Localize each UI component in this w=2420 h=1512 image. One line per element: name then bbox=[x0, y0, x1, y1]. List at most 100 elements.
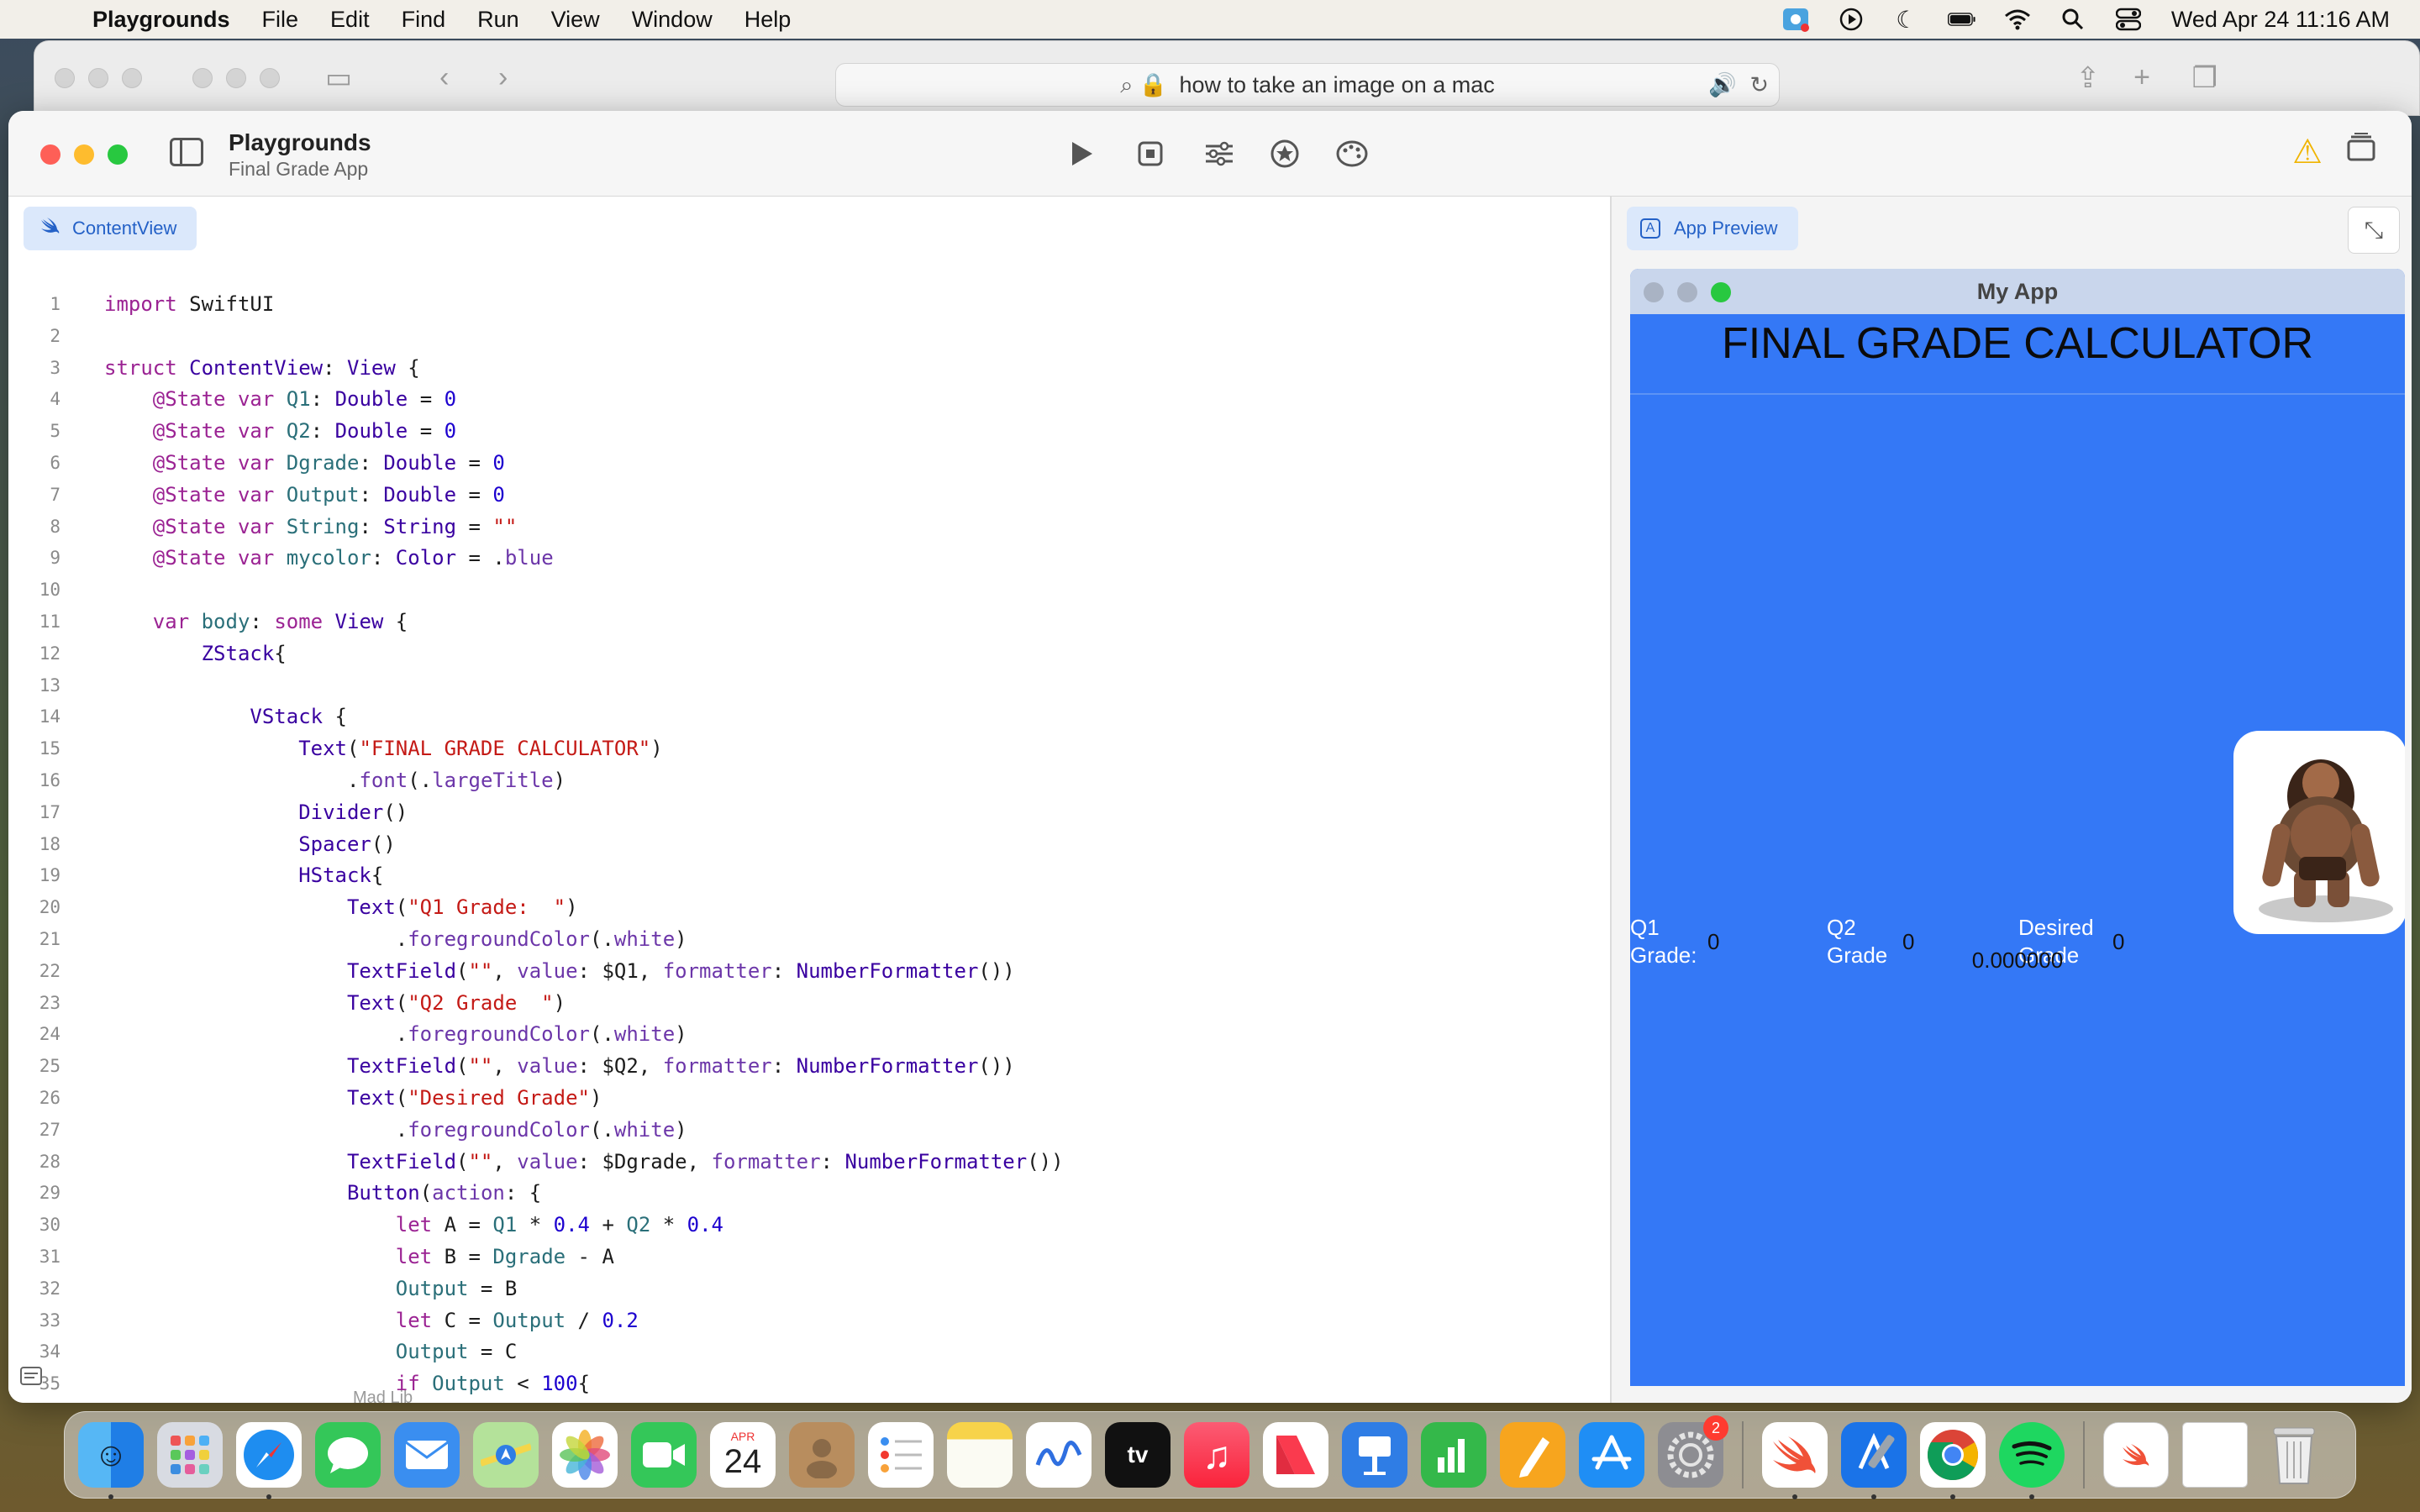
notes-icon[interactable] bbox=[947, 1422, 1013, 1488]
apple-tv-icon[interactable]: tv bbox=[1105, 1422, 1171, 1488]
launchpad-icon[interactable] bbox=[157, 1422, 223, 1488]
expand-preview-icon[interactable]: ⤡ bbox=[2348, 207, 2400, 254]
app-store-icon[interactable] bbox=[1579, 1422, 1644, 1488]
freeform-icon[interactable] bbox=[1026, 1422, 1092, 1488]
code-text: Text("Q1 Grade: ") bbox=[104, 895, 578, 920]
safari-compass-icon[interactable] bbox=[236, 1422, 302, 1499]
pages-icon[interactable] bbox=[1500, 1422, 1565, 1488]
news-icon[interactable] bbox=[1263, 1422, 1328, 1488]
file-tab-contentview[interactable]: ContentView bbox=[24, 207, 197, 250]
focus-moon-icon[interactable]: ☾ bbox=[1892, 7, 1921, 33]
app-preview-window: My App FINAL GRADE CALCULATOR Q1 Grade: … bbox=[1630, 269, 2405, 1386]
safari-max-dot[interactable] bbox=[122, 68, 142, 88]
mail-icon[interactable] bbox=[394, 1422, 460, 1488]
calculator-title: FINAL GRADE CALCULATOR bbox=[1721, 319, 2314, 368]
screen-recorder-icon[interactable] bbox=[1781, 7, 1810, 32]
swift-playgrounds-icon[interactable] bbox=[1762, 1422, 1828, 1499]
window-close-button[interactable] bbox=[40, 144, 60, 165]
console-icon[interactable] bbox=[20, 1365, 42, 1391]
calendar-icon[interactable]: APR 24 bbox=[710, 1422, 776, 1488]
finder-icon[interactable]: ☺ bbox=[78, 1422, 144, 1499]
code-line: 1 import SwiftUI bbox=[8, 289, 1610, 321]
result-output: 0.000000 bbox=[1971, 948, 2064, 973]
menu-run[interactable]: Run bbox=[477, 7, 519, 33]
menu-window[interactable]: Window bbox=[632, 7, 713, 33]
chrome-icon[interactable] bbox=[1920, 1422, 1986, 1499]
share-icon[interactable]: ⇪ bbox=[2076, 61, 2101, 95]
safari-tab-close-dot[interactable] bbox=[192, 68, 213, 88]
line-number: 4 bbox=[50, 389, 60, 410]
downloads-folder-icon[interactable] bbox=[2182, 1422, 2248, 1488]
safari-address-bar[interactable]: ⌕ 🔒 how to take an image on a mac 🔊 ↻ bbox=[835, 63, 1780, 107]
safari-close-dot[interactable] bbox=[55, 68, 75, 88]
code-editor[interactable]: ContentView 1 import SwiftUI 2 3 struct Co… bbox=[8, 197, 1610, 1403]
speaker-icon[interactable]: 🔊 bbox=[1708, 71, 1737, 98]
menu-edit[interactable]: Edit bbox=[330, 7, 370, 33]
music-icon[interactable]: ♫ bbox=[1184, 1422, 1249, 1488]
safari-tab-max-dot[interactable] bbox=[260, 68, 280, 88]
photos-icon[interactable] bbox=[552, 1422, 618, 1488]
swiftpm-document-icon[interactable] bbox=[2103, 1422, 2169, 1488]
code-line: 12 ZStack{ bbox=[8, 638, 1610, 670]
play-circle-icon[interactable] bbox=[1837, 7, 1865, 32]
code-line: 11 var body: some View { bbox=[8, 606, 1610, 638]
sliders-settings-icon[interactable] bbox=[1198, 133, 1240, 175]
maps-icon[interactable] bbox=[473, 1422, 539, 1488]
window-zoom-button[interactable] bbox=[108, 144, 128, 165]
safari-min-dot[interactable] bbox=[88, 68, 108, 88]
code-line: 17 Divider() bbox=[8, 797, 1610, 829]
menu-help[interactable]: Help bbox=[744, 7, 792, 33]
library-stack-icon[interactable] bbox=[2346, 133, 2376, 170]
code-text: @State var Output: Double = 0 bbox=[104, 482, 505, 507]
sidebar-toggle-icon[interactable] bbox=[170, 138, 203, 166]
code-line: 2 bbox=[8, 321, 1610, 353]
spotlight-search-icon[interactable] bbox=[2059, 7, 2087, 32]
line-number: 15 bbox=[39, 738, 60, 759]
star-badge-icon[interactable] bbox=[1264, 133, 1306, 175]
code-line: 21 .foregroundColor(.white) bbox=[8, 924, 1610, 956]
wifi-icon[interactable] bbox=[2003, 7, 2032, 32]
warning-icon[interactable]: ⚠ bbox=[2292, 133, 2323, 171]
battery-icon[interactable] bbox=[1947, 7, 1976, 32]
palette-icon[interactable] bbox=[1331, 133, 1373, 175]
control-center-icon[interactable] bbox=[2114, 7, 2143, 32]
numbers-icon[interactable] bbox=[1421, 1422, 1486, 1488]
code-text: HStack{ bbox=[104, 864, 384, 888]
line-number: 2 bbox=[50, 325, 60, 346]
menu-file[interactable]: File bbox=[262, 7, 299, 33]
line-number: 23 bbox=[39, 992, 60, 1013]
menu-view[interactable]: View bbox=[551, 7, 600, 33]
forward-chevron-icon[interactable]: › bbox=[498, 61, 508, 94]
code-text: Button(action: { bbox=[104, 1181, 542, 1205]
line-number: 3 bbox=[50, 357, 60, 378]
safari-tab-min-dot[interactable] bbox=[226, 68, 246, 88]
code-text: let B = Dgrade - A bbox=[104, 1244, 614, 1268]
tab-overview-icon[interactable]: ❐ bbox=[2192, 61, 2217, 95]
code-line: 26 Text("Desired Grade") bbox=[8, 1083, 1610, 1115]
line-number: 33 bbox=[39, 1310, 60, 1331]
safari-sidebar-icon[interactable]: ▭ bbox=[325, 61, 352, 95]
reload-icon[interactable]: ↻ bbox=[1749, 72, 1769, 98]
xcode-icon[interactable] bbox=[1841, 1422, 1907, 1499]
system-settings-icon[interactable]: 2 bbox=[1658, 1415, 1728, 1488]
menu-find[interactable]: Find bbox=[402, 7, 446, 33]
reminders-icon[interactable] bbox=[868, 1422, 934, 1488]
contacts-icon[interactable] bbox=[789, 1422, 855, 1488]
run-play-icon[interactable] bbox=[1060, 133, 1102, 175]
menubar-clock[interactable]: Wed Apr 24 11:16 AM bbox=[2171, 7, 2390, 33]
trash-icon[interactable] bbox=[2261, 1422, 2327, 1488]
facetime-icon[interactable] bbox=[631, 1422, 697, 1488]
keynote-icon[interactable] bbox=[1342, 1422, 1407, 1488]
new-tab-icon[interactable]: + bbox=[2133, 61, 2150, 94]
code-line: 24 .foregroundColor(.white) bbox=[8, 1019, 1610, 1051]
back-chevron-icon[interactable]: ‹ bbox=[439, 61, 449, 94]
app-preview-tab[interactable]: A App Preview bbox=[1627, 207, 1798, 250]
spotify-icon[interactable] bbox=[1999, 1422, 2065, 1499]
code-text: ZStack{ bbox=[104, 641, 287, 665]
stop-icon[interactable] bbox=[1129, 133, 1171, 175]
messages-icon[interactable] bbox=[315, 1422, 381, 1488]
window-minimize-button[interactable] bbox=[74, 144, 94, 165]
menu-app-name[interactable]: Playgrounds bbox=[92, 7, 230, 33]
code-text: let A = Q1 * 0.4 + Q2 * 0.4 bbox=[104, 1213, 723, 1237]
caveman-image-button[interactable] bbox=[2233, 731, 2405, 934]
